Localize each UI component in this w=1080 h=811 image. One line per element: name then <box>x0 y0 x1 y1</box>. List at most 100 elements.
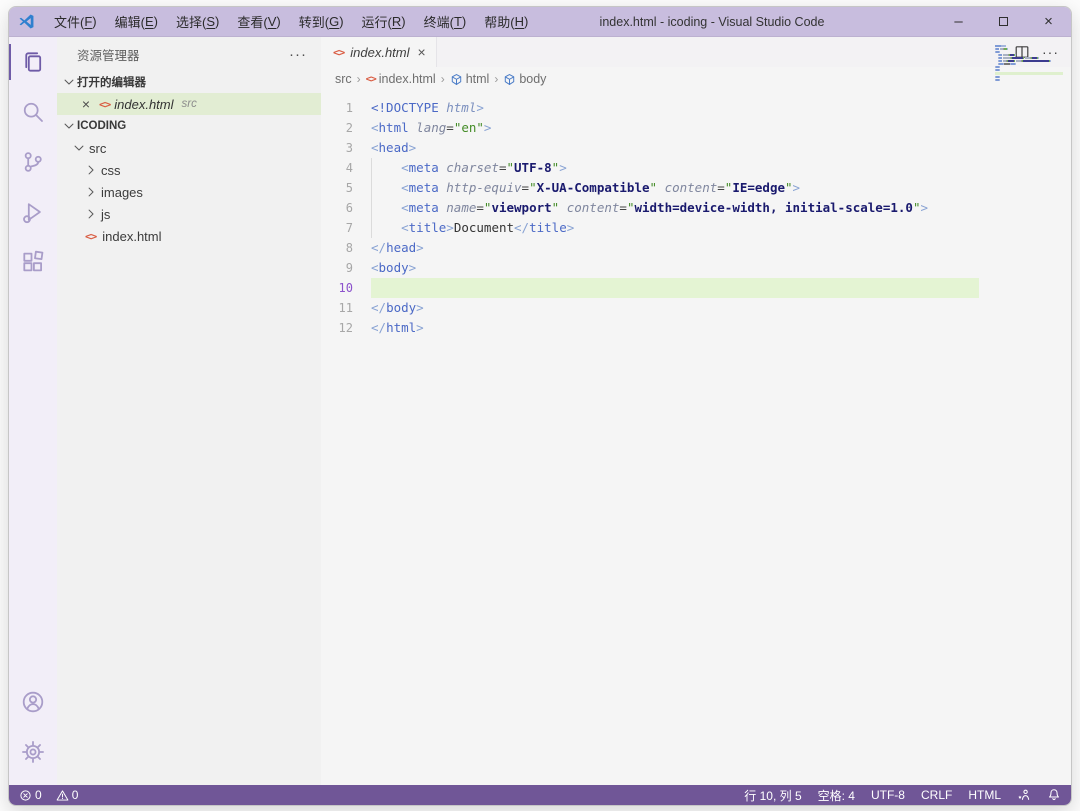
code-line-text: </html> <box>353 318 979 338</box>
activity-source-control-button[interactable] <box>9 137 57 187</box>
open-editors-section-header[interactable]: 打开的编辑器 <box>57 71 321 93</box>
line-number: 6 <box>321 198 353 218</box>
code-line-3[interactable]: 3<head> <box>321 138 979 158</box>
menu-t[interactable]: 终端(T) <box>415 7 476 36</box>
status-notifications-button[interactable] <box>1047 788 1061 802</box>
tree-item-src[interactable]: src <box>57 137 321 159</box>
minimap-line <box>995 51 1063 53</box>
activity-search-button[interactable] <box>9 87 57 137</box>
title-bar: 文件(F)编辑(E)选择(S)查看(V)转到(G)运行(R)终端(T)帮助(H)… <box>9 7 1071 37</box>
code-line-10[interactable]: 10 <box>321 278 979 298</box>
menu-f[interactable]: 文件(F) <box>45 7 106 36</box>
breadcrumb-item-index.html[interactable]: <>index.html <box>366 72 436 86</box>
window-title: index.html - icoding - Visual Studio Cod… <box>600 15 825 29</box>
tree-item-js[interactable]: js <box>57 203 321 225</box>
code-line-text: <body> <box>353 258 979 278</box>
problems-errors[interactable]: 0 <box>19 788 42 802</box>
code-line-6[interactable]: 6 <meta name="viewport" content="width=d… <box>321 198 979 218</box>
code-line-2[interactable]: 2<html lang="en"> <box>321 118 979 138</box>
breadcrumb-item-body[interactable]: body <box>503 72 546 86</box>
source-control-icon <box>21 150 45 174</box>
tab-close-icon[interactable]: × <box>418 44 426 60</box>
code-editor[interactable]: 1<!DOCTYPE html>2<html lang="en">3<head>… <box>321 91 1071 785</box>
files-icon <box>21 50 45 74</box>
sidebar-more-actions-icon[interactable]: ··· <box>289 46 307 63</box>
chevron-down-icon <box>61 118 77 134</box>
code-line-text: <html lang="en"> <box>353 118 979 138</box>
activity-run-debug-button[interactable] <box>9 187 57 237</box>
window-controls: – × <box>936 7 1071 36</box>
chevron-down-icon <box>61 74 77 90</box>
activity-extensions-button[interactable] <box>9 237 57 287</box>
code-line-text: <title>Document</title> <box>353 218 979 238</box>
menu-h[interactable]: 帮助(H) <box>475 7 537 36</box>
minimap-line <box>995 60 1063 62</box>
menu-v[interactable]: 查看(V) <box>228 7 289 36</box>
line-number: 8 <box>321 238 353 258</box>
code-line-text: <!DOCTYPE html> <box>353 98 979 118</box>
status-cursor-position[interactable]: 行 10, 列 5 <box>744 787 801 804</box>
line-number: 5 <box>321 178 353 198</box>
problems-warnings[interactable]: 0 <box>56 788 79 802</box>
status-encoding[interactable]: UTF-8 <box>871 788 905 802</box>
minimap[interactable] <box>995 45 1063 82</box>
html-file-icon: <> <box>366 74 376 85</box>
minimap-line <box>995 54 1063 56</box>
sidebar-title: 资源管理器 <box>77 45 140 64</box>
breadcrumb-item-src[interactable]: src <box>335 72 352 86</box>
html-file-icon: <> <box>333 46 344 59</box>
line-number: 1 <box>321 98 353 118</box>
breadcrumb-separator: › <box>441 72 445 86</box>
activity-explorer-button[interactable] <box>9 37 57 87</box>
tree-item-images[interactable]: images <box>57 181 321 203</box>
code-line-5[interactable]: 5 <meta http-equiv="X-UA-Compatible" con… <box>321 178 979 198</box>
menu-s[interactable]: 选择(S) <box>167 7 228 36</box>
folder-section-header[interactable]: ICODING <box>57 115 321 137</box>
minimize-button[interactable]: – <box>936 7 981 36</box>
symbol-cube-icon <box>503 73 516 86</box>
code-line-11[interactable]: 11</body> <box>321 298 979 318</box>
status-end-of-line[interactable]: CRLF <box>921 788 952 802</box>
gear-icon <box>21 740 45 764</box>
tab-index-html[interactable]: <> index.html × <box>321 37 437 67</box>
activity-account-button[interactable] <box>9 677 57 727</box>
minimap-line <box>995 48 1063 50</box>
code-line-4[interactable]: 4 <meta charset="UTF-8"> <box>321 158 979 178</box>
status-language-mode[interactable]: HTML <box>968 788 1001 802</box>
feedback-icon <box>1017 788 1031 802</box>
status-indentation[interactable]: 空格: 4 <box>818 787 855 804</box>
breadcrumb: src›<>index.html›html›body <box>321 67 1071 91</box>
minimap-line <box>995 72 1063 75</box>
activity-settings-button[interactable] <box>9 727 57 777</box>
menu-r[interactable]: 运行(R) <box>353 7 415 36</box>
maximize-button[interactable] <box>981 7 1026 36</box>
minimap-line <box>995 57 1063 59</box>
tab-label: index.html <box>350 45 409 60</box>
vscode-window: 文件(F)编辑(E)选择(S)查看(V)转到(G)运行(R)终端(T)帮助(H)… <box>8 6 1072 806</box>
code-line-1[interactable]: 1<!DOCTYPE html> <box>321 98 979 118</box>
breadcrumb-item-html[interactable]: html <box>450 72 490 86</box>
tab-bar: <> index.html × ··· <box>321 37 1071 67</box>
chevron-down-icon <box>71 140 87 156</box>
code-line-9[interactable]: 9<body> <box>321 258 979 278</box>
tree-item-css[interactable]: css <box>57 159 321 181</box>
close-window-button[interactable]: × <box>1026 7 1071 36</box>
status-feedback-button[interactable] <box>1017 788 1031 802</box>
menu-e[interactable]: 编辑(E) <box>106 7 167 36</box>
tree-item-index.html[interactable]: <>index.html <box>57 225 321 247</box>
line-number: 2 <box>321 118 353 138</box>
code-line-text: <meta charset="UTF-8"> <box>353 158 979 178</box>
code-line-7[interactable]: 7 <title>Document</title> <box>321 218 979 238</box>
chevron-right-icon <box>83 184 99 200</box>
open-editor-item-index.html[interactable]: ×<>index.htmlsrc <box>57 93 321 115</box>
breadcrumb-separator: › <box>494 72 498 86</box>
menu-g[interactable]: 转到(G) <box>290 7 353 36</box>
minimap-line <box>995 79 1063 81</box>
code-line-text: <head> <box>353 138 979 158</box>
code-line-text <box>353 278 979 298</box>
code-line-8[interactable]: 8</head> <box>321 238 979 258</box>
minimap-line <box>995 76 1063 78</box>
code-line-12[interactable]: 12</html> <box>321 318 979 338</box>
close-editor-icon[interactable]: × <box>79 96 93 112</box>
code-line-text: <meta http-equiv="X-UA-Compatible" conte… <box>353 178 979 198</box>
